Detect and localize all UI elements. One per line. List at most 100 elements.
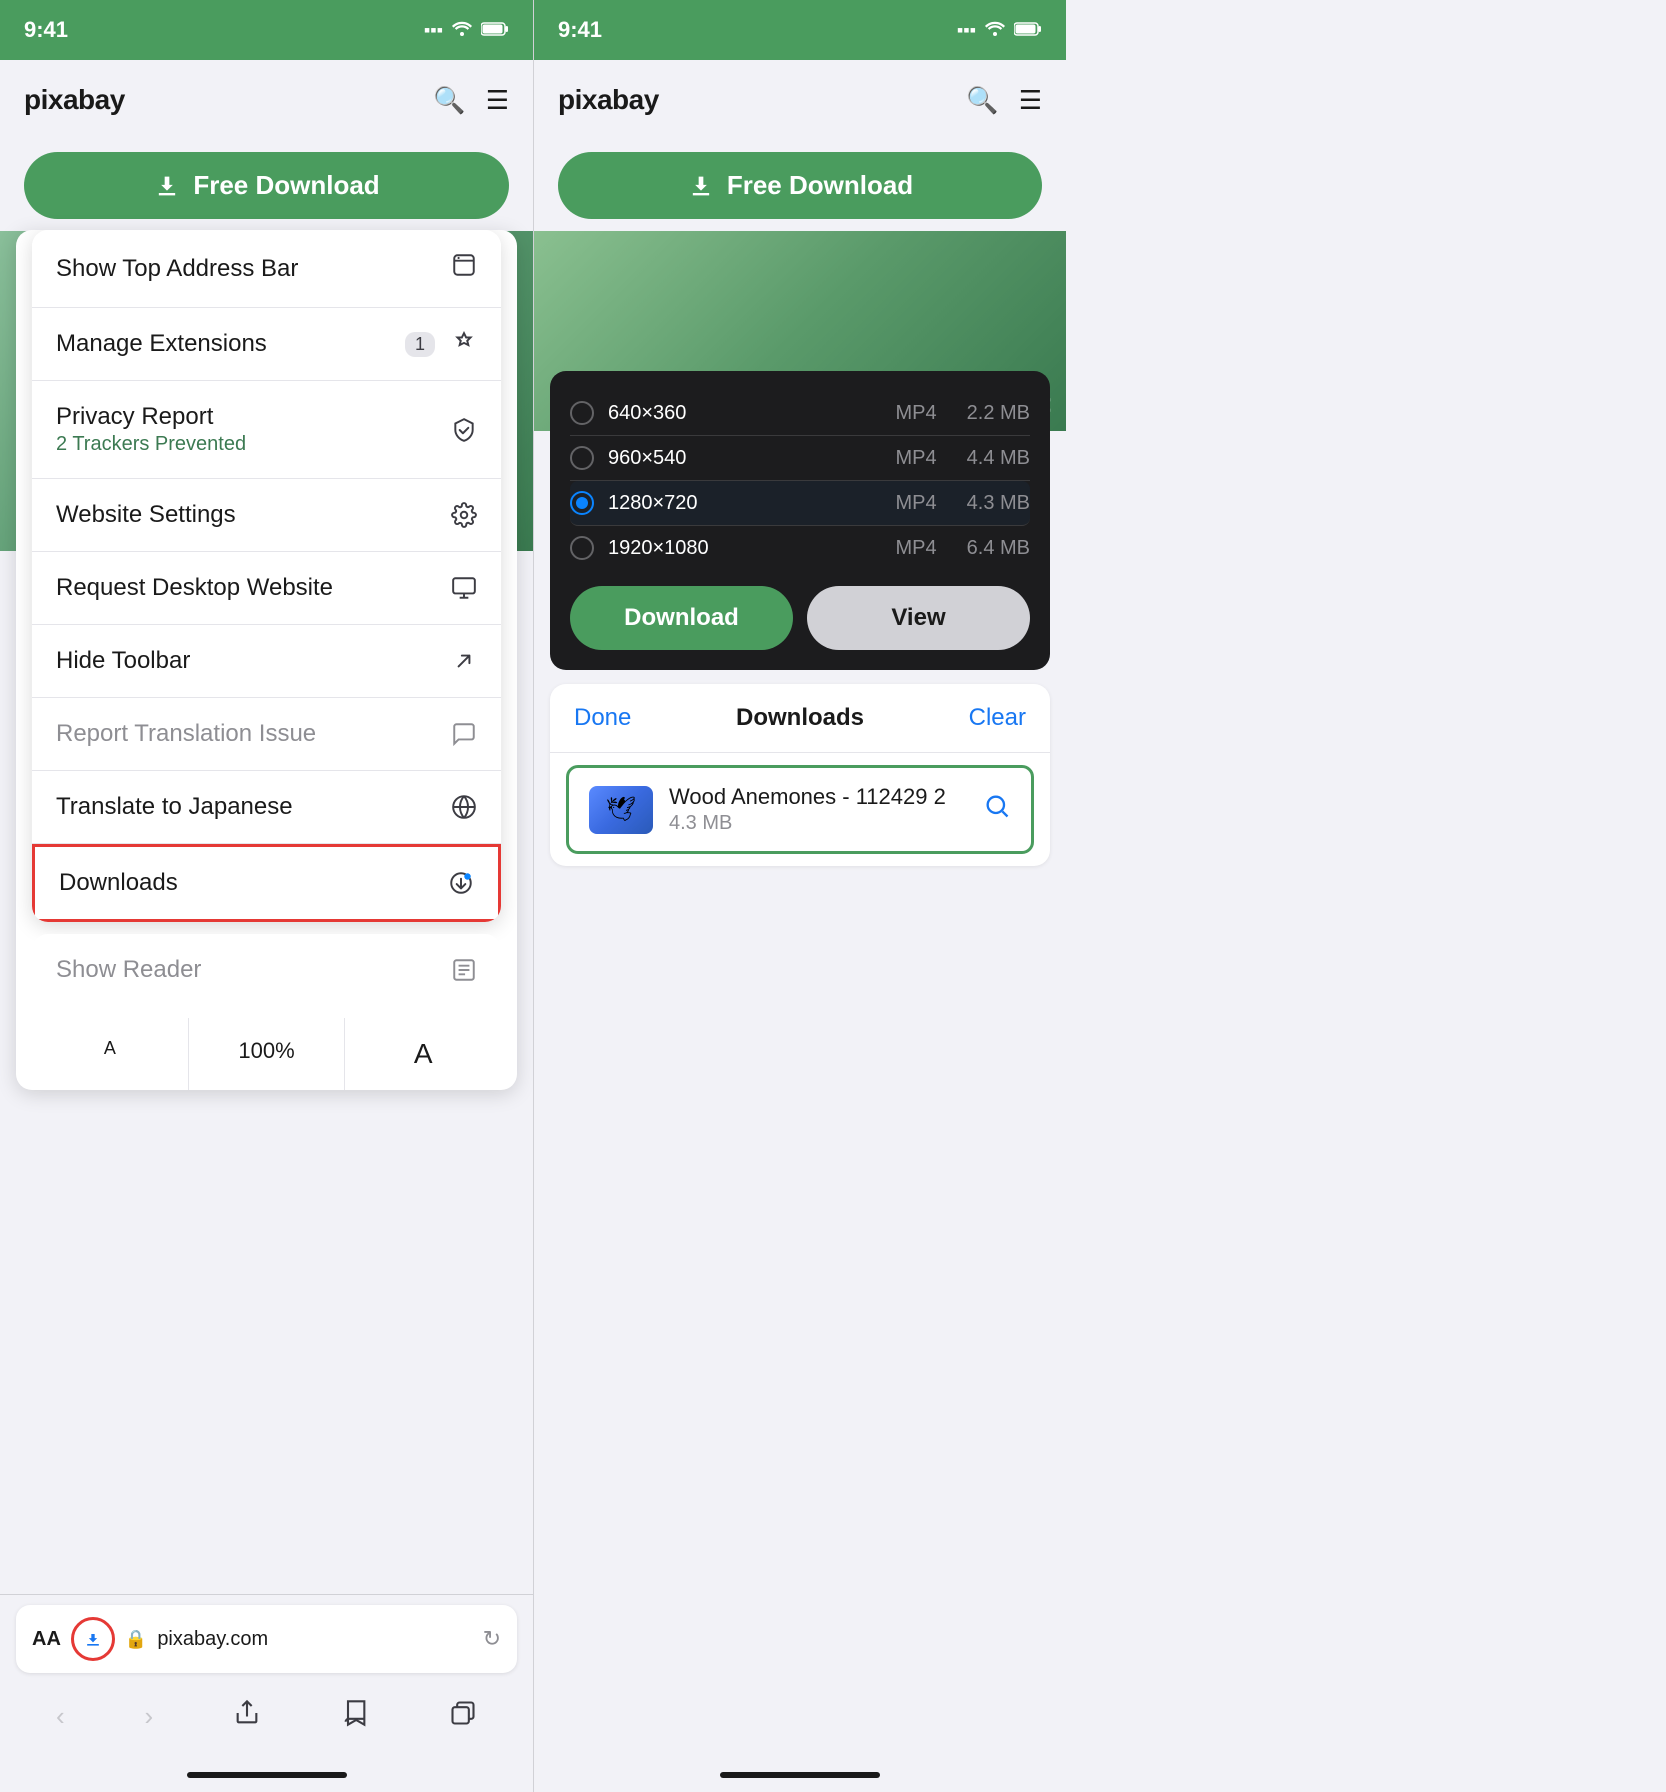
reload-icon[interactable]: ↻ [483,1626,501,1652]
address-aa-label[interactable]: AA [32,1628,61,1651]
right-nav-bar: pixabay 🔍 ☰ [534,60,1066,140]
tabs-button[interactable] [441,1691,485,1742]
right-logo: pixabay [558,84,659,116]
left-free-download-label: Free Download [193,170,379,201]
opt-640-res: 640×360 [608,402,686,425]
right-panel: 9:41 ▪▪▪ pixabay 🔍 ☰ [533,0,1066,1792]
download-option-1920[interactable]: 1920×1080 MP4 6.4 MB [570,526,1030,570]
left-menu-icon[interactable]: ☰ [486,85,509,116]
radio-1280-inner [576,497,588,509]
opt-1920-left: 1920×1080 [570,536,709,560]
menu-item-show-reader[interactable]: Show Reader [32,934,501,1006]
left-nav-bar: pixabay 🔍 ☰ [0,60,533,140]
download-progress-circle[interactable] [71,1617,115,1661]
right-nav-icons: 🔍 ☰ [966,85,1042,116]
downloads-panel-title: Downloads [736,704,864,732]
font-size-row: A 100% A [32,1018,501,1090]
bird-icon: 🕊 [606,795,636,824]
right-download-icon [687,172,715,200]
opt-1920-format: MP4 [896,537,937,560]
menu-item-show-top-address-bar[interactable]: Show Top Address Bar [32,230,501,308]
back-button[interactable]: ‹ [48,1691,73,1742]
downloads-clear-button[interactable]: Clear [969,704,1026,732]
download-thumb: 🕊 [589,786,653,834]
menu-item-downloads[interactable]: Downloads [32,844,501,922]
reader-icon [451,957,477,983]
manage-ext-right: 1 [405,331,477,357]
right-free-download-button[interactable]: Free Download [558,152,1042,219]
right-bottom-area [534,1758,1066,1792]
opt-1280-left: 1280×720 [570,491,698,515]
downloads-label: Downloads [59,869,178,897]
manage-extensions-label: Manage Extensions [56,330,267,358]
menu-item-report-translation[interactable]: Report Translation Issue [32,698,501,771]
right-download-popup: 640×360 MP4 2.2 MB 960×540 MP4 4.4 MB [550,371,1050,670]
right-menu-icon[interactable]: ☰ [1019,85,1042,116]
download-item-wood-anemones[interactable]: 🕊 Wood Anemones - 112429 2 4.3 MB [566,765,1034,854]
left-nav-icons: 🔍 ☰ [433,85,509,116]
font-percent: 100% [189,1018,346,1090]
privacy-icon [451,417,477,443]
opt-960-left: 960×540 [570,446,686,470]
left-nav-actions: ‹ › [0,1683,533,1758]
right-status-icons: ▪▪▪ [957,20,1042,41]
right-time: 9:41 [558,17,602,43]
download-item-search-icon[interactable] [983,792,1011,827]
right-status-bar: 9:41 ▪▪▪ [534,0,1066,60]
download-info: Wood Anemones - 112429 2 4.3 MB [669,784,967,835]
menu-item-hide-toolbar[interactable]: Hide Toolbar [32,625,501,698]
website-settings-label: Website Settings [56,501,236,529]
menu-item-translate-japanese[interactable]: Translate to Japanese [32,771,501,844]
menu-item-website-settings[interactable]: Website Settings [32,479,501,552]
opt-1920-size: 6.4 MB [967,537,1030,560]
translate-japanese-label: Translate to Japanese [56,793,293,821]
address-url[interactable]: pixabay.com [157,1628,472,1651]
menu-item-manage-extensions[interactable]: Manage Extensions 1 [32,308,501,381]
radio-960[interactable] [570,446,594,470]
extensions-badge: 1 [405,332,435,357]
opt-640-size: 2.2 MB [967,402,1030,425]
left-bottom-bar: AA 🔒 pixabay.com ↻ ‹ › [0,1594,533,1792]
right-content-area: 640×360 MP4 2.2 MB 960×540 MP4 4.4 MB [534,231,1066,670]
font-small-btn[interactable]: A [32,1018,189,1090]
font-large-btn[interactable]: A [345,1018,501,1090]
downloads-done-button[interactable]: Done [574,704,631,732]
opt-640-right: MP4 2.2 MB [896,402,1030,425]
left-status-bar: 9:41 ▪▪▪ [0,0,533,60]
radio-1920[interactable] [570,536,594,560]
opt-1280-format: MP4 [896,492,937,515]
right-wifi-icon [984,20,1006,41]
menu-item-privacy-report[interactable]: Privacy Report 2 Trackers Prevented [32,381,501,479]
translate-icon [451,794,477,820]
radio-1280[interactable] [570,491,594,515]
download-option-960[interactable]: 960×540 MP4 4.4 MB [570,436,1030,481]
desktop-icon [451,575,477,601]
left-search-icon[interactable]: 🔍 [433,85,465,116]
opt-1280-res: 1280×720 [608,492,698,515]
menu-item-request-desktop[interactable]: Request Desktop Website [32,552,501,625]
show-reader-label: Show Reader [56,956,201,984]
download-option-1280[interactable]: 1280×720 MP4 4.3 MB [570,481,1030,526]
report-translation-icon [451,721,477,747]
popup-view-button[interactable]: View [807,586,1030,650]
radio-640[interactable] [570,401,594,425]
lock-icon: 🔒 [125,1629,147,1650]
request-desktop-label: Request Desktop Website [56,574,333,602]
popup-download-button[interactable]: Download [570,586,793,650]
report-translation-label: Report Translation Issue [56,720,316,748]
forward-button[interactable]: › [137,1691,162,1742]
privacy-report-label: Privacy Report [56,403,246,431]
left-address-bar: AA 🔒 pixabay.com ↻ [16,1605,517,1673]
share-button[interactable] [225,1691,269,1742]
left-logo: pixabay [24,84,125,116]
left-free-download-button[interactable]: Free Download [24,152,509,219]
right-search-icon[interactable]: 🔍 [966,85,998,116]
opt-640-format: MP4 [896,402,937,425]
settings-icon [451,502,477,528]
left-menu-overlay: Show Top Address Bar Manage Extensions 1 [16,230,517,1090]
signal-icon: ▪▪▪ [424,20,443,41]
extensions-icon [451,331,477,357]
download-option-640[interactable]: 640×360 MP4 2.2 MB [570,391,1030,436]
opt-1920-res: 1920×1080 [608,537,709,560]
bookmarks-button[interactable] [333,1691,377,1742]
